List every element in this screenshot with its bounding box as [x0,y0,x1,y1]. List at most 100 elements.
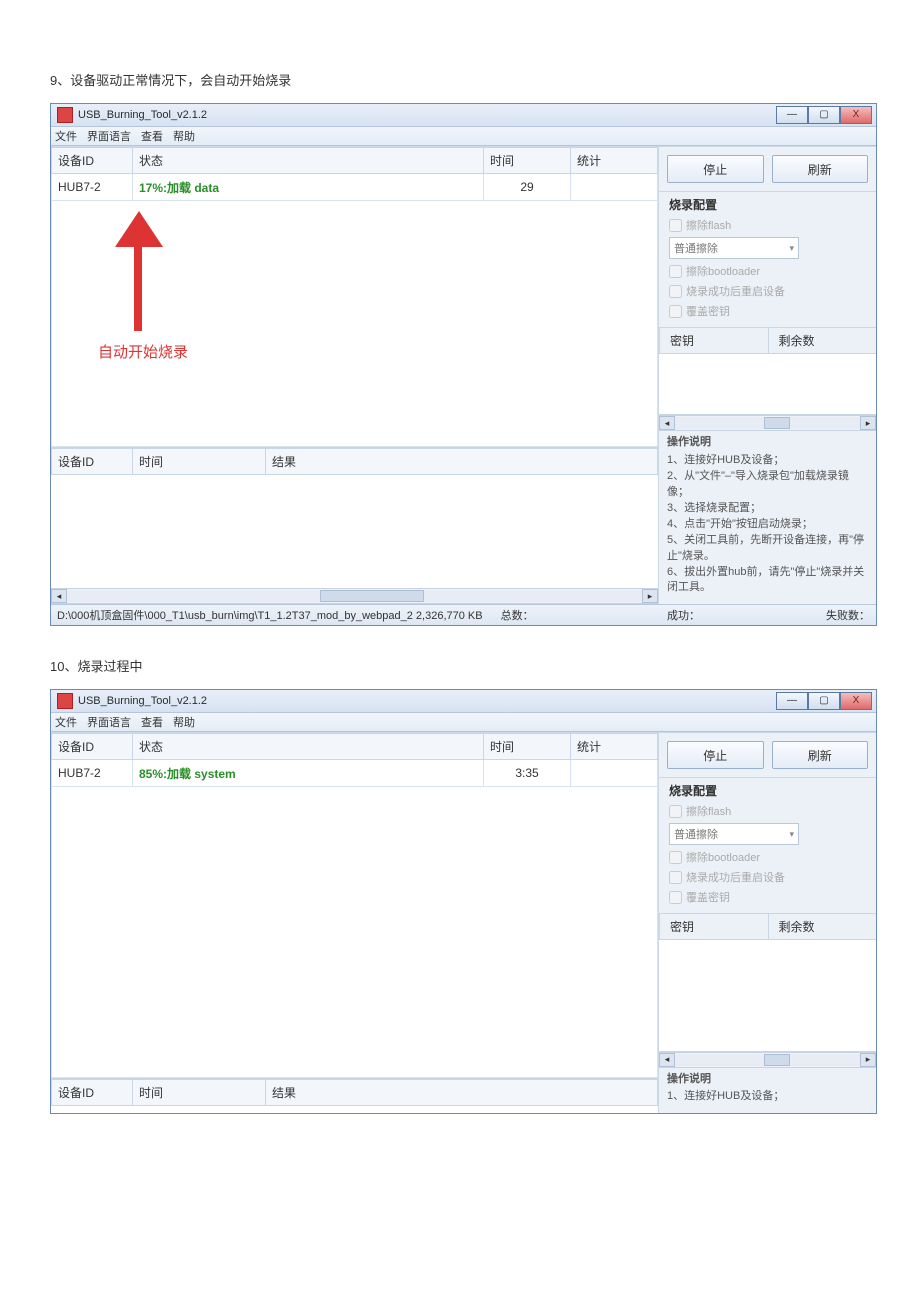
col-result[interactable]: 结果 [266,1080,658,1106]
col-status[interactable]: 状态 [133,148,484,174]
col-time2[interactable]: 时间 [133,449,266,475]
col-time2[interactable]: 时间 [133,1080,266,1106]
maximize-button[interactable]: ▢ [808,692,840,710]
status-total: 总数： [501,607,534,623]
scroll-thumb[interactable] [320,590,424,602]
menu-lang[interactable]: 界面语言 [87,714,131,730]
col-devid[interactable]: 设备ID [52,148,133,174]
menubar: 文件 界面语言 查看 帮助 [51,713,876,732]
opt-erase-flash[interactable]: 擦除flash [669,217,866,233]
scroll-right-icon[interactable]: ▸ [642,589,658,603]
menu-view[interactable]: 查看 [141,128,163,144]
col-devid[interactable]: 设备ID [52,734,133,760]
caption-step-9: 9、设备驱动正常情况下，会自动开始烧录 [50,70,920,89]
titlebar[interactable]: USB_Burning_Tool_v2.1.2 — ▢ X [51,104,876,127]
key-col-remain[interactable]: 剩余数 [768,328,877,353]
stop-button[interactable]: 停止 [667,741,764,769]
col-status[interactable]: 状态 [133,734,484,760]
result-pane: 设备ID 时间 结果 [51,447,658,588]
scroll-thumb[interactable] [764,417,790,429]
key-hscroll[interactable]: ◂ ▸ [659,1052,876,1068]
device-table: 设备ID 状态 时间 统计 HUB7-2 17%:加载 data 29 [51,147,658,201]
refresh-button[interactable]: 刷新 [772,155,869,183]
minimize-button[interactable]: — [776,106,808,124]
config-title: 烧录配置 [659,778,876,801]
cell-stat [571,174,658,201]
key-area [659,354,876,415]
menu-help[interactable]: 帮助 [173,128,195,144]
instr-title: 操作说明 [667,1072,868,1088]
window-title: USB_Burning_Tool_v2.1.2 [78,695,207,707]
instr-line: 1、连接好HUB及设备； [667,453,868,469]
key-columns: 密钥 剩余数 [659,327,876,354]
scroll-left-icon[interactable]: ◂ [51,589,67,603]
scroll-left-icon[interactable]: ◂ [659,1053,675,1067]
menubar: 文件 界面语言 查看 帮助 [51,127,876,146]
menu-file[interactable]: 文件 [55,128,77,144]
key-col-remain[interactable]: 剩余数 [768,914,877,939]
opt-override-key[interactable]: 覆盖密钥 [669,303,866,319]
caption-step-10: 10、烧录过程中 [50,656,920,675]
menu-file[interactable]: 文件 [55,714,77,730]
instructions: 操作说明 1、连接好HUB及设备； 2、从"文件"–"导入烧录包"加载烧录镜像；… [659,431,876,604]
statusbar: D:\000机顶盒固件\000_T1\usb_burn\img\T1_1.2T3… [51,604,876,625]
result-pane: 设备ID 时间 结果 [51,1078,658,1113]
opt-override-key[interactable]: 覆盖密钥 [669,889,866,905]
erase-mode-select[interactable]: 普通擦除 ▾ [669,237,799,259]
scroll-left-icon[interactable]: ◂ [659,416,675,430]
stop-button[interactable]: 停止 [667,155,764,183]
instr-title: 操作说明 [667,435,868,451]
close-button[interactable]: X [840,106,872,124]
scroll-right-icon[interactable]: ▸ [860,416,876,430]
cell-devid: HUB7-2 [52,760,133,787]
key-col-key[interactable]: 密钥 [659,328,768,353]
opt-erase-flash[interactable]: 擦除flash [669,803,866,819]
device-row[interactable]: HUB7-2 85%:加载 system 3:35 [52,760,658,787]
col-result[interactable]: 结果 [266,449,658,475]
app-window-2: USB_Burning_Tool_v2.1.2 — ▢ X 文件 界面语言 查看… [50,689,877,1114]
key-area [659,940,876,1051]
opt-erase-bootloader[interactable]: 擦除bootloader [669,263,866,279]
col-devid2[interactable]: 设备ID [52,449,133,475]
col-devid2[interactable]: 设备ID [52,1080,133,1106]
minimize-button[interactable]: — [776,692,808,710]
left-pane: 设备ID 状态 时间 统计 HUB7-2 85%:加载 system 3:35 [51,733,658,1113]
col-time[interactable]: 时间 [484,148,571,174]
menu-help[interactable]: 帮助 [173,714,195,730]
opt-reboot-after[interactable]: 烧录成功后重启设备 [669,283,866,299]
cell-time: 29 [484,174,571,201]
device-row[interactable]: HUB7-2 17%:加载 data 29 [52,174,658,201]
key-col-key[interactable]: 密钥 [659,914,768,939]
arrow-label: 自动开始烧录 [98,341,188,362]
device-table: 设备ID 状态 时间 统计 HUB7-2 85%:加载 system 3:35 [51,733,658,787]
titlebar[interactable]: USB_Burning_Tool_v2.1.2 — ▢ X [51,690,876,713]
cell-time: 3:35 [484,760,571,787]
opt-reboot-after[interactable]: 烧录成功后重启设备 [669,869,866,885]
right-pane: 停止 刷新 烧录配置 擦除flash 普通擦除 ▾ 擦除bootloader 烧… [658,147,876,604]
menu-view[interactable]: 查看 [141,714,163,730]
instr-line: 5、关闭工具前，先断开设备连接，再"停止"烧录。 [667,533,868,565]
config-body: 擦除flash 普通擦除 ▾ 擦除bootloader 烧录成功后重启设备 覆盖… [659,215,876,327]
app-window-1: USB_Burning_Tool_v2.1.2 — ▢ X 文件 界面语言 查看… [50,103,877,626]
col-stat[interactable]: 统计 [571,148,658,174]
status-path: D:\000机顶盒固件\000_T1\usb_burn\img\T1_1.2T3… [57,607,483,623]
col-time[interactable]: 时间 [484,734,571,760]
maximize-button[interactable]: ▢ [808,106,840,124]
refresh-button[interactable]: 刷新 [772,741,869,769]
scroll-thumb[interactable] [764,1054,790,1066]
mid-area: 自动开始烧录 [51,201,658,447]
config-body: 擦除flash 普通擦除 ▾ 擦除bootloader 烧录成功后重启设备 覆盖… [659,801,876,913]
key-hscroll[interactable]: ◂ ▸ [659,415,876,431]
results-hscroll[interactable]: ◂ ▸ [51,588,658,604]
arrow-annotation [112,211,162,331]
erase-mode-select[interactable]: 普通擦除 ▾ [669,823,799,845]
status-success: 成功： [667,607,700,623]
close-button[interactable]: X [840,692,872,710]
menu-lang[interactable]: 界面语言 [87,128,131,144]
app-icon [57,693,73,709]
left-pane: 设备ID 状态 时间 统计 HUB7-2 17%:加载 data 29 [51,147,658,604]
opt-erase-bootloader[interactable]: 擦除bootloader [669,849,866,865]
col-stat[interactable]: 统计 [571,734,658,760]
cell-status: 85%:加载 system [133,760,484,787]
scroll-right-icon[interactable]: ▸ [860,1053,876,1067]
